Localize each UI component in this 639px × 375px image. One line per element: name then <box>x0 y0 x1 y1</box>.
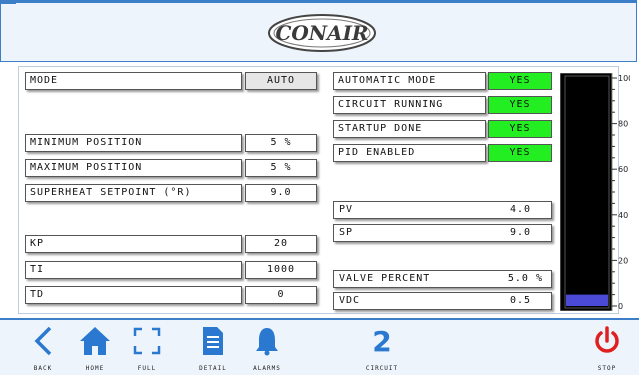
circuit-running-label: CIRCUIT RUNNING <box>333 96 486 114</box>
mode-auto-button[interactable]: AUTO <box>245 72 317 90</box>
automatic-mode-status: YES <box>488 72 552 90</box>
startup-done-status: YES <box>488 120 552 138</box>
stop-button[interactable]: STOP <box>584 320 630 375</box>
sp-value: 9.0 <box>509 227 531 238</box>
maximum-position-value[interactable]: 5 % <box>245 159 317 177</box>
tick-label: 60 <box>618 165 628 174</box>
kp-value[interactable]: 20 <box>245 235 317 253</box>
ti-value[interactable]: 1000 <box>245 261 317 279</box>
logo-text: CONAIR <box>275 21 368 45</box>
detail-button[interactable]: DETAIL <box>188 320 238 375</box>
circuit-number: 2 <box>372 324 392 358</box>
minimum-position-label: MINIMUM POSITION <box>25 134 242 152</box>
valve-percent-label: VALVE PERCENT <box>339 273 431 284</box>
tick-label: 0 <box>618 302 623 311</box>
chevron-left-icon <box>18 326 68 356</box>
vdc-label: VDC <box>339 295 361 306</box>
superheat-setpoint-value[interactable]: 9.0 <box>245 184 317 202</box>
circuit-button[interactable]: 2 CIRCUIT <box>352 320 412 375</box>
full-button[interactable]: FULL <box>122 320 172 375</box>
tick-label: 20 <box>618 256 628 265</box>
startup-done-label: STARTUP DONE <box>333 120 486 138</box>
vdc-row: VDC 0.5 <box>333 292 552 310</box>
bargraph-fill <box>566 294 608 306</box>
home-label: HOME <box>85 365 105 372</box>
power-icon <box>584 326 630 356</box>
stop-label: STOP <box>597 365 617 372</box>
home-icon <box>70 326 120 356</box>
hmi-screen: CONAIR MODE AUTO MINIMUM POSITION 5 % MA… <box>0 0 639 375</box>
kp-label: KP <box>25 235 242 253</box>
header-bar: CONAIR <box>0 0 637 62</box>
valve-percent-value: 5.0 % <box>507 273 543 284</box>
bell-icon <box>242 326 292 356</box>
circuit-label: CIRCUIT <box>365 365 399 372</box>
pv-value: 4.0 <box>509 204 531 215</box>
mode-label: MODE <box>25 72 242 90</box>
minimum-position-value[interactable]: 5 % <box>245 134 317 152</box>
tick-label: 80 <box>618 120 628 129</box>
alarms-button[interactable]: ALARMS <box>242 320 292 375</box>
vdc-value: 0.5 <box>509 295 531 306</box>
pid-enabled-status: YES <box>488 144 552 162</box>
valve-bargraph: 100 80 60 40 20 0 <box>560 73 630 311</box>
sp-row: SP 9.0 <box>333 224 552 242</box>
bargraph-ticks: 100 80 60 40 20 0 <box>612 74 630 311</box>
circuit-running-status: YES <box>488 96 552 114</box>
top-accent-strip <box>0 0 16 4</box>
conair-logo: CONAIR <box>268 14 376 52</box>
pv-row: PV 4.0 <box>333 201 552 219</box>
footer-nav: BACK HOME FULL DETAIL ALARMS 2 CIRCUIT S… <box>0 318 639 375</box>
superheat-setpoint-label: SUPERHEAT SETPOINT (°R) <box>25 184 242 202</box>
ti-label: TI <box>25 261 242 279</box>
detail-label: DETAIL <box>199 365 227 372</box>
home-button[interactable]: HOME <box>70 320 120 375</box>
fullscreen-icon <box>122 326 172 356</box>
maximum-position-label: MAXIMUM POSITION <box>25 159 242 177</box>
bargraph-background <box>560 73 613 311</box>
pv-label: PV <box>339 204 354 215</box>
back-label: BACK <box>33 365 53 372</box>
tick-label: 100 <box>618 74 630 83</box>
tick-label: 40 <box>618 211 628 220</box>
td-label: TD <box>25 286 242 304</box>
pid-enabled-label: PID ENABLED <box>333 144 486 162</box>
alarms-label: ALARMS <box>253 365 281 372</box>
sp-label: SP <box>339 227 354 238</box>
td-value[interactable]: 0 <box>245 286 317 304</box>
full-label: FULL <box>137 365 157 372</box>
automatic-mode-label: AUTOMATIC MODE <box>333 72 486 90</box>
back-button[interactable]: BACK <box>18 320 68 375</box>
valve-percent-row: VALVE PERCENT 5.0 % <box>333 270 552 288</box>
document-icon <box>188 326 238 356</box>
